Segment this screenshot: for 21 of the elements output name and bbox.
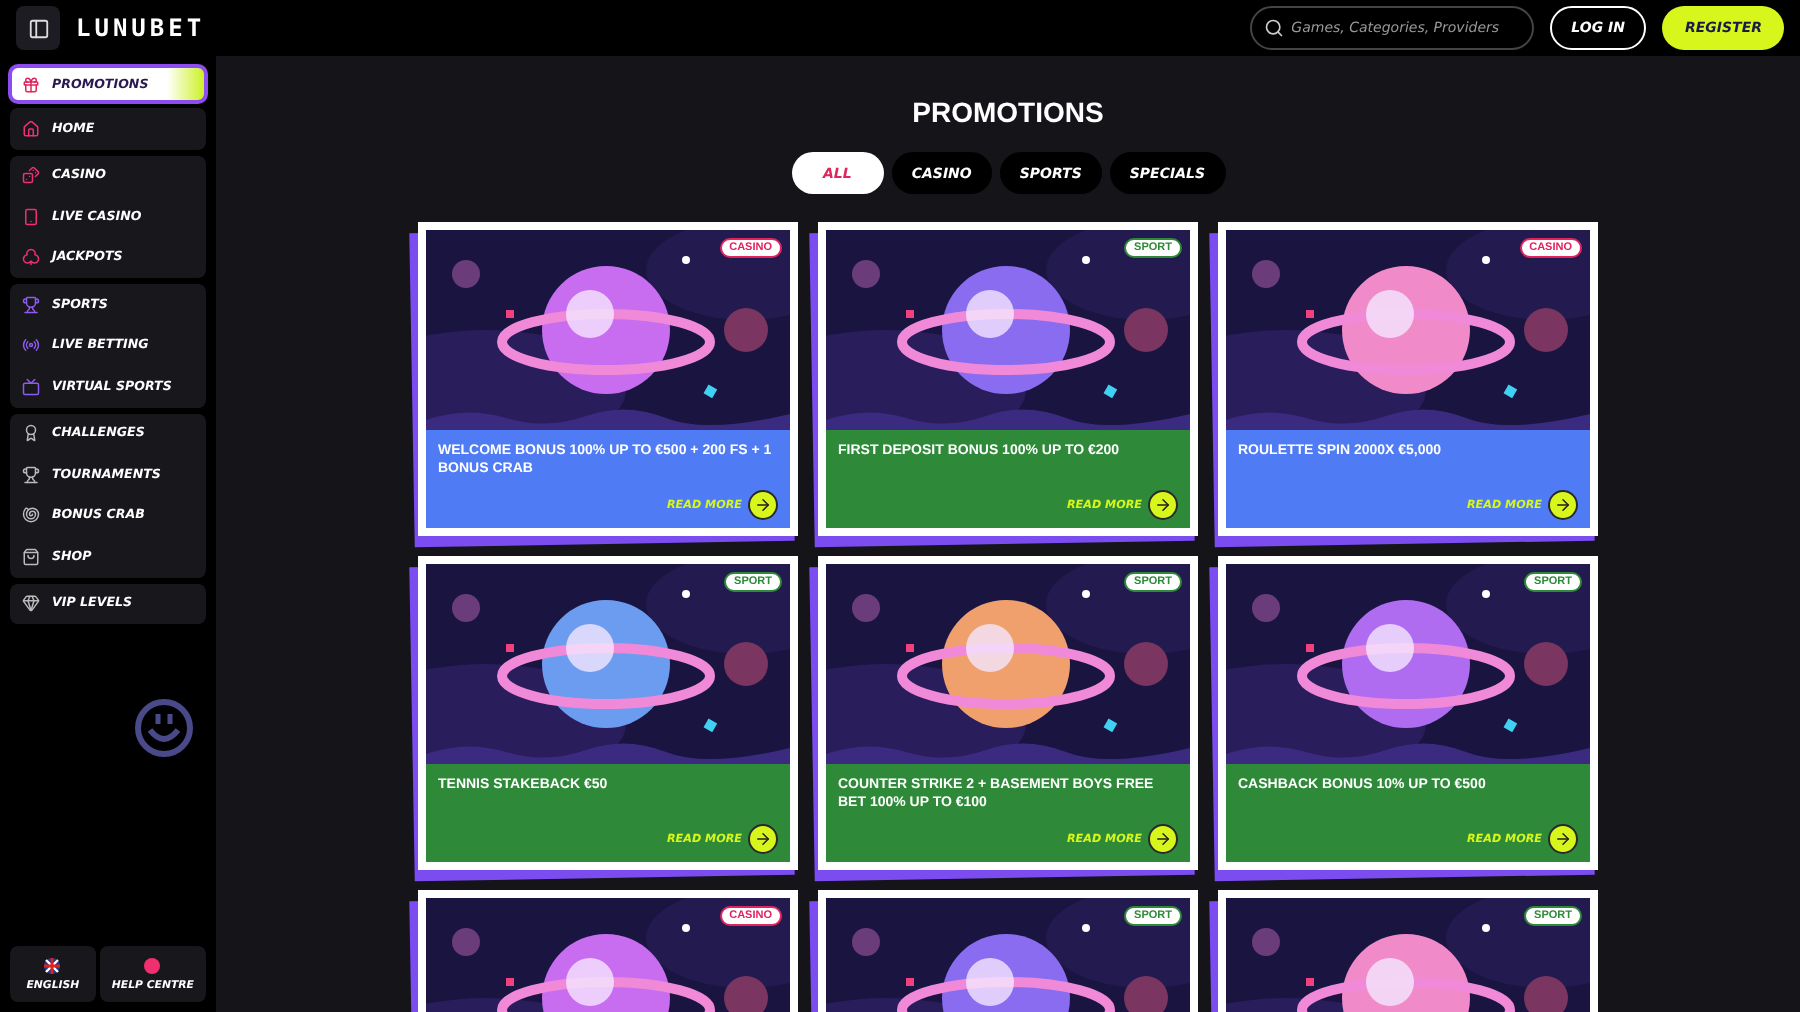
smiley-icon xyxy=(132,696,196,760)
help-icon xyxy=(144,957,161,973)
flag-icon xyxy=(44,957,61,973)
broadcast-icon xyxy=(22,336,40,355)
club-icon xyxy=(22,248,40,267)
page-title: PROMOTIONS xyxy=(912,96,1104,128)
phone-icon xyxy=(22,207,40,226)
trophy-icon xyxy=(22,295,40,314)
gem-icon xyxy=(22,594,40,613)
tv-icon xyxy=(22,377,40,396)
trophy-icon xyxy=(22,465,40,484)
dice-icon xyxy=(22,166,40,185)
home-icon xyxy=(22,119,40,138)
sidebar-toggle-button[interactable] xyxy=(16,6,60,50)
bag-icon xyxy=(22,547,40,566)
shell-icon xyxy=(22,506,40,525)
search-icon xyxy=(1263,18,1284,38)
panel-icon xyxy=(27,17,49,39)
gift-icon xyxy=(22,75,40,93)
logo[interactable]: LUNUBET xyxy=(76,14,206,42)
medal-icon xyxy=(22,424,40,443)
